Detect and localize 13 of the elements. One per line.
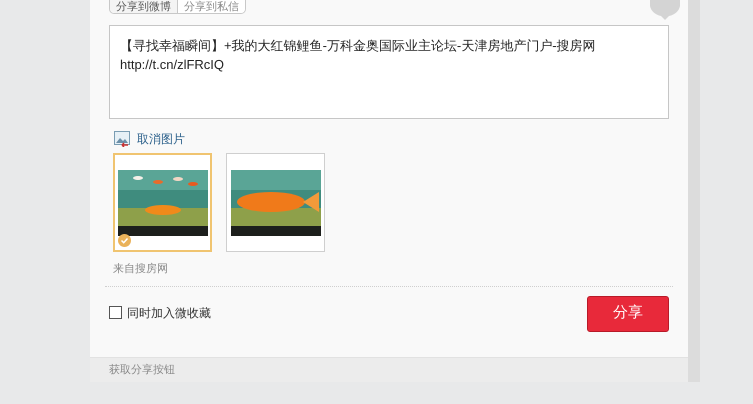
checkbox[interactable] bbox=[109, 306, 122, 319]
share-tab[interactable]: 分享到私信 bbox=[177, 0, 245, 13]
checkbox-label: 同时加入微收藏 bbox=[127, 304, 211, 322]
share-tab[interactable]: 分享到微博 bbox=[110, 0, 177, 13]
message-field[interactable]: 【寻找幸福瞬间】+我的大红锦鲤鱼-万科金奥国际业主论坛-天津房地产门户-搜房网 http://t.cn/zlFRcIQ bbox=[109, 25, 669, 119]
image-icon bbox=[114, 131, 131, 147]
image-thumbnail[interactable] bbox=[113, 153, 212, 252]
speech-bubble-icon bbox=[650, 0, 680, 20]
share-button[interactable]: 分享 bbox=[587, 296, 669, 332]
image-thumbnail[interactable] bbox=[226, 153, 325, 252]
cancel-image-link[interactable]: 取消图片 bbox=[137, 130, 185, 148]
source-text: 来自搜房网 bbox=[113, 262, 168, 277]
check-icon bbox=[118, 234, 131, 247]
